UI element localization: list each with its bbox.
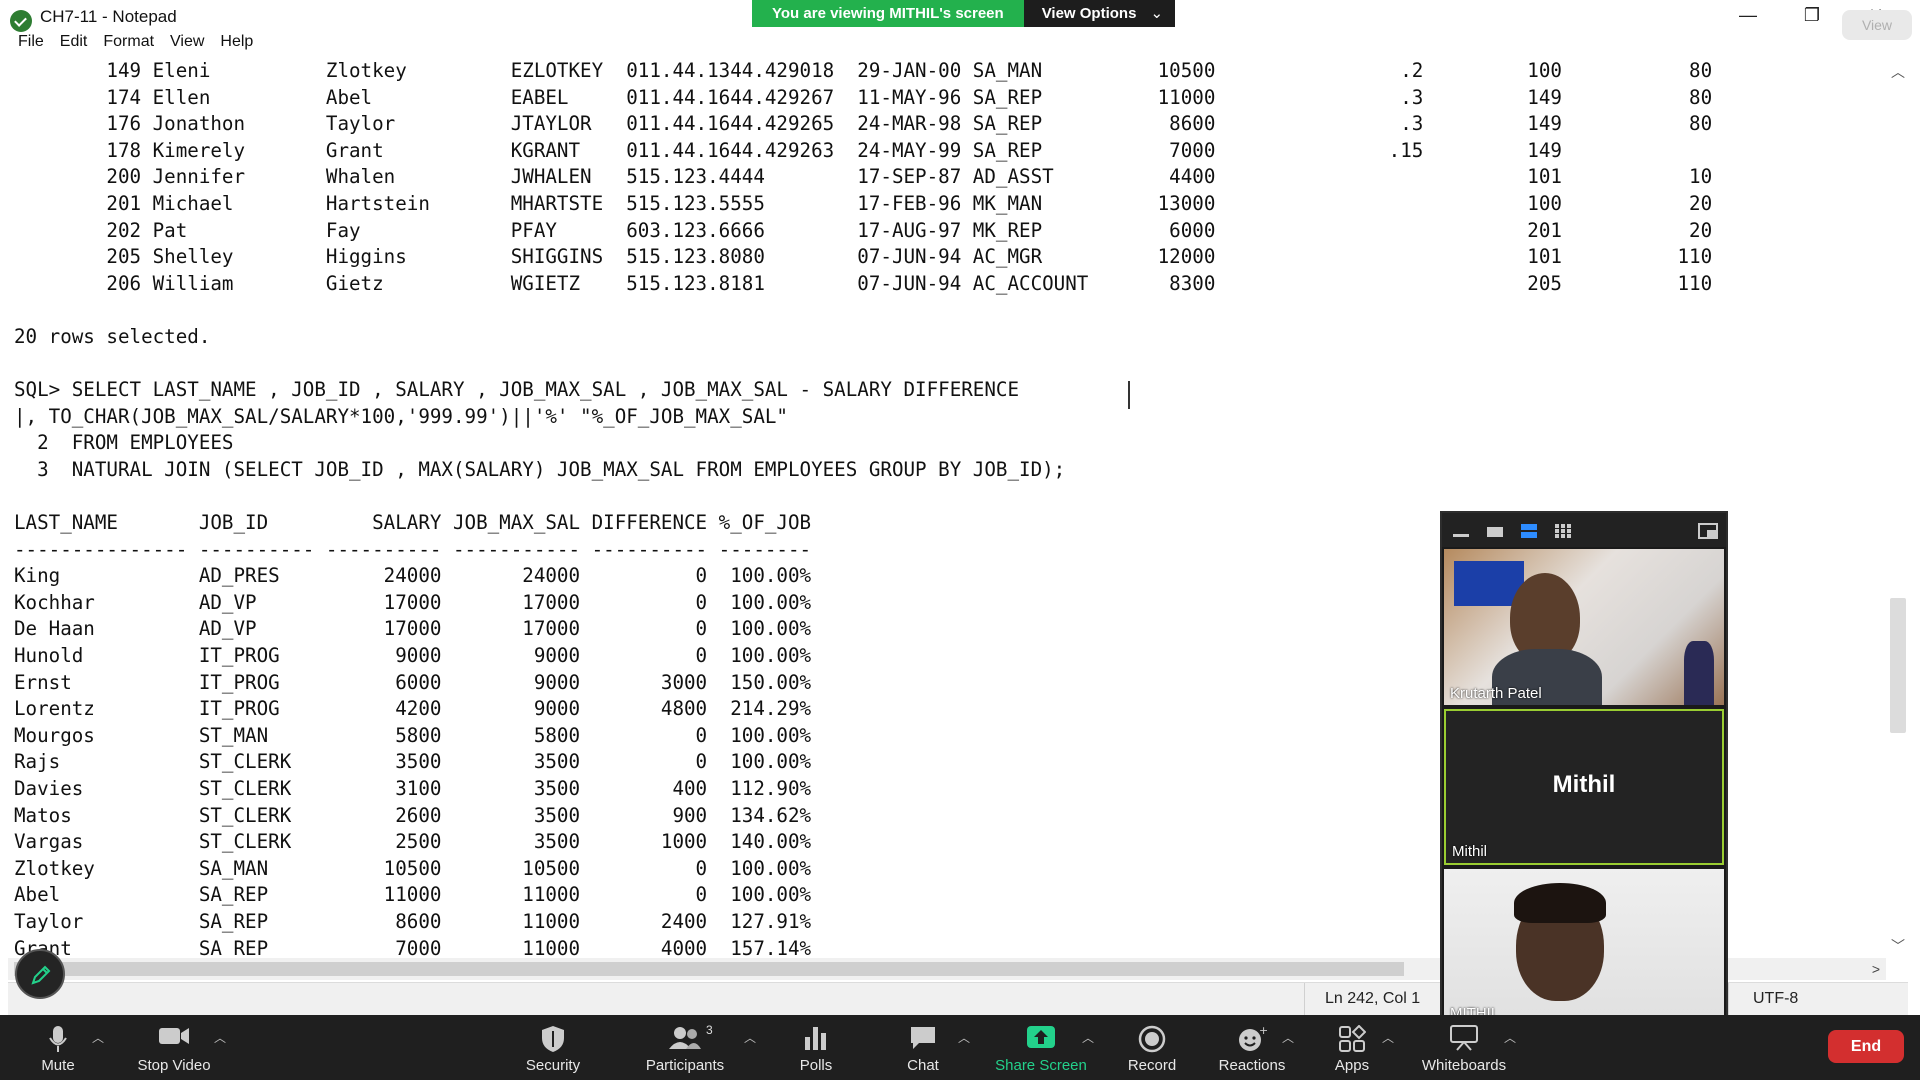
participants-button[interactable]: Participants (635, 1015, 735, 1080)
video-panel: Krutarth Patel Mithil Mithil MITHIL (1440, 511, 1728, 1025)
microphone-icon (49, 1026, 67, 1052)
participant-video-hair (1514, 883, 1606, 923)
minimize-button[interactable]: — (1728, 2, 1768, 28)
stop-video-label: Stop Video (137, 1057, 211, 1074)
apps-label: Apps (1334, 1057, 1370, 1074)
chat-icon (911, 1027, 935, 1049)
video-camera-icon (159, 1028, 189, 1044)
chat-label: Chat (907, 1057, 939, 1074)
share-options-chevron-icon[interactable]: ︿ (1082, 1029, 1094, 1046)
chevron-down-icon: ⌄ (1150, 5, 1164, 22)
scroll-up-icon[interactable]: ︿ (1886, 62, 1910, 82)
vertical-scrollbar[interactable]: ︿ ﹀ (1886, 58, 1910, 958)
share-screen-label: Share Screen (995, 1057, 1087, 1074)
video-tile-mithil[interactable]: Mithil Mithil (1444, 709, 1724, 865)
view-button[interactable]: View (1842, 10, 1912, 40)
screen-share-banner: You are viewing MITHIL's screen View Opt… (752, 0, 1176, 27)
status-divider (1728, 983, 1729, 1015)
encoding-label: UTF-8 (1753, 990, 1799, 1007)
video-panel-toolbar (1442, 513, 1726, 547)
menu-view[interactable]: View (154, 33, 204, 57)
mute-label: Mute (41, 1057, 75, 1074)
share-banner-text: You are viewing MITHIL's screen (752, 0, 1024, 27)
polls-icon (805, 1027, 826, 1050)
view-options-label: View Options (1041, 5, 1137, 22)
minimize-video-icon[interactable] (1452, 523, 1470, 539)
participants-icon (669, 1027, 701, 1049)
pencil-icon (31, 965, 51, 985)
svg-text:+: + (1259, 1025, 1267, 1037)
participants-label: Participants (645, 1057, 725, 1074)
annotate-button[interactable] (15, 949, 65, 999)
reactions-button[interactable]: + Reactions (1212, 1015, 1292, 1080)
menu-bar: File Edit Format View Help (0, 33, 253, 57)
apps-icon (1339, 1025, 1366, 1052)
record-label: Record (1127, 1057, 1177, 1074)
share-screen-button[interactable]: Share Screen (990, 1015, 1092, 1080)
menu-format[interactable]: Format (87, 33, 154, 57)
video-tile-krutarth[interactable]: Krutarth Patel (1444, 549, 1724, 705)
cursor-position: Ln 242, Col 1 (1325, 990, 1421, 1007)
meeting-toolbar: Mute ︿ Stop Video ︿ Security Participant… (0, 1015, 1920, 1080)
mute-options-chevron-icon[interactable]: ︿ (92, 1029, 104, 1046)
gallery-view-icon[interactable] (1554, 523, 1572, 539)
horizontal-scroll-thumb[interactable] (14, 962, 1404, 976)
view-options-button[interactable]: View Options ⌄ (1023, 0, 1176, 27)
chat-button[interactable]: Chat (883, 1015, 963, 1080)
scroll-right-icon[interactable]: > (1872, 958, 1880, 980)
reactions-options-chevron-icon[interactable]: ︿ (1282, 1029, 1294, 1046)
restore-button[interactable]: ❐ (1792, 2, 1832, 28)
reactions-icon: + (1239, 1025, 1267, 1051)
record-icon (1138, 1025, 1166, 1053)
shield-check-icon (10, 10, 32, 32)
whiteboard-icon (1450, 1025, 1478, 1051)
polls-button[interactable]: Polls (776, 1015, 856, 1080)
stop-video-button[interactable]: Stop Video (128, 1015, 220, 1080)
participant-name: Krutarth Patel (1450, 685, 1542, 702)
window-title: CH7-11 - Notepad (40, 7, 177, 26)
menu-help[interactable]: Help (204, 33, 253, 57)
security-button[interactable]: Security (513, 1015, 593, 1080)
participants-options-chevron-icon[interactable]: ︿ (744, 1029, 756, 1046)
end-meeting-button[interactable]: End (1828, 1030, 1904, 1063)
speaker-view-icon[interactable] (1486, 523, 1504, 539)
shield-icon (542, 1026, 564, 1052)
reactions-label: Reactions (1218, 1057, 1286, 1074)
participant-avatar-name: Mithil (1552, 771, 1616, 798)
record-button[interactable]: Record (1112, 1015, 1192, 1080)
whiteboards-label: Whiteboards (1421, 1057, 1507, 1074)
status-divider (1304, 983, 1305, 1015)
mute-button[interactable]: Mute (18, 1015, 98, 1080)
whiteboards-button[interactable]: Whiteboards (1414, 1015, 1514, 1080)
poster-figure (1684, 641, 1714, 705)
vertical-scroll-thumb[interactable] (1890, 598, 1906, 733)
menu-file[interactable]: File (0, 33, 44, 57)
stacked-view-icon[interactable] (1520, 523, 1538, 539)
chat-options-chevron-icon[interactable]: ︿ (958, 1029, 970, 1046)
whiteboards-options-chevron-icon[interactable]: ︿ (1504, 1029, 1516, 1046)
menu-edit[interactable]: Edit (44, 33, 88, 57)
apps-button[interactable]: Apps (1312, 1015, 1392, 1080)
video-tile-mithil-camera[interactable]: MITHIL (1444, 869, 1724, 1025)
apps-options-chevron-icon[interactable]: ︿ (1382, 1029, 1394, 1046)
participants-count: 3 (706, 1023, 713, 1037)
video-options-chevron-icon[interactable]: ︿ (214, 1029, 226, 1046)
security-label: Security (525, 1057, 581, 1074)
participant-name: Mithil (1452, 843, 1488, 860)
exit-panel-icon[interactable] (1698, 523, 1718, 539)
polls-label: Polls (799, 1057, 833, 1074)
share-screen-icon (1027, 1026, 1055, 1048)
scroll-down-icon[interactable]: ﹀ (1886, 936, 1910, 956)
i-beam-cursor-icon (1128, 381, 1140, 409)
